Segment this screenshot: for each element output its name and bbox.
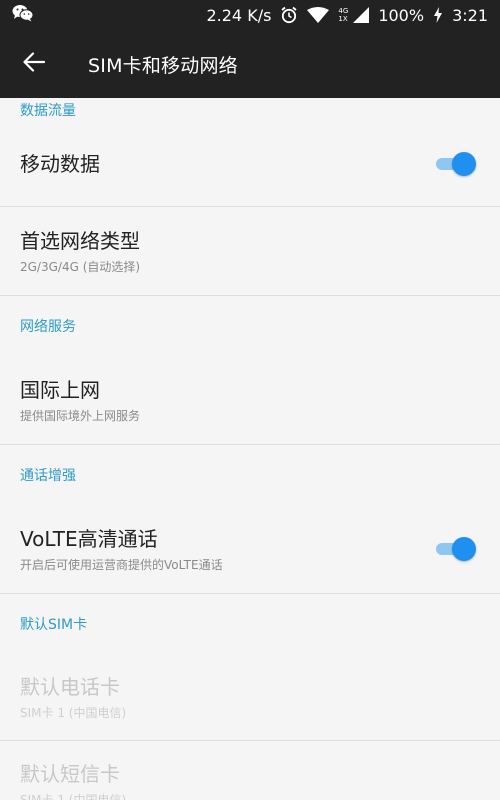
default-call-sim-value: SIM卡 1 (中国电信) — [20, 705, 127, 720]
section-header-network-services: 网络服务 — [20, 319, 76, 335]
preferred-network-value: 2G/3G/4G (自动选择) — [20, 259, 141, 274]
cellular-signal-icon — [353, 7, 370, 23]
volte-description: 开启后可使用运营商提供的VoLTE通话 — [20, 557, 223, 572]
section-header-data-usage: 数据流量 — [20, 103, 76, 119]
network-type-indicator: 4G 1X — [338, 7, 349, 23]
settings-list: 数据流量 移动数据 首选网络类型 2G/3G/4G (自动选择) 网络服务 国际… — [0, 98, 500, 800]
network-speed: 2.24 K/s — [206, 5, 272, 25]
default-call-sim-item: 默认电话卡 SIM卡 1 (中国电信) — [0, 654, 500, 741]
status-bar: 2.24 K/s 4G 1X 100% 3:21 — [0, 0, 500, 30]
alarm-icon — [280, 6, 298, 24]
volte-label: VoLTE高清通话 — [20, 526, 158, 551]
arrow-left-icon — [23, 52, 46, 76]
intl-roaming-item[interactable]: 国际上网 提供国际境外上网服务 — [0, 356, 500, 445]
mobile-data-toggle[interactable] — [436, 152, 476, 176]
intl-roaming-label: 国际上网 — [20, 377, 100, 402]
charging-icon — [433, 7, 443, 23]
section-header-call-enhance: 通话增强 — [20, 468, 76, 484]
clock: 3:21 — [452, 5, 488, 25]
battery-percent: 100% — [378, 5, 425, 25]
page-title: SIM卡和移动网络 — [88, 54, 238, 77]
mobile-data-label: 移动数据 — [20, 152, 100, 176]
section-header-default-sim: 默认SIM卡 — [20, 617, 88, 633]
wechat-icon — [12, 4, 34, 26]
volte-toggle[interactable] — [436, 537, 476, 561]
mobile-data-item[interactable]: 移动数据 — [0, 122, 500, 207]
preferred-network-item[interactable]: 首选网络类型 2G/3G/4G (自动选择) — [0, 207, 500, 296]
default-call-sim-label: 默认电话卡 — [20, 674, 120, 699]
default-sms-sim-label: 默认短信卡 — [20, 762, 120, 786]
app-bar: SIM卡和移动网络 — [0, 30, 500, 98]
preferred-network-label: 首选网络类型 — [20, 228, 140, 253]
wifi-icon — [307, 7, 330, 23]
default-sms-sim-item: 默认短信卡 SIM卡 1 (中国电信) — [0, 741, 500, 800]
default-sms-sim-value: SIM卡 1 (中国电信) — [20, 793, 127, 800]
back-button[interactable] — [0, 30, 68, 98]
volte-item[interactable]: VoLTE高清通话 开启后可使用运营商提供的VoLTE通话 — [0, 505, 500, 594]
intl-roaming-description: 提供国际境外上网服务 — [20, 408, 141, 423]
